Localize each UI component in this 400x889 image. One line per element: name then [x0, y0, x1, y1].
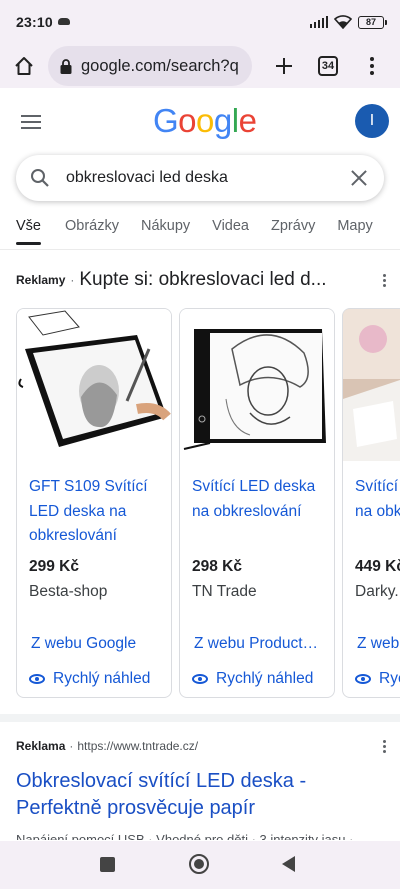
product-card[interactable]: GFT S109 Svítící LED deska na obkreslová… — [16, 308, 172, 698]
eye-icon — [29, 674, 45, 684]
product-name[interactable]: Svítící LED deska na obk… — [355, 475, 400, 524]
menu-icon[interactable] — [21, 115, 41, 133]
product-price: 299 Kč — [29, 558, 79, 575]
product-image[interactable] — [17, 309, 171, 461]
ad-meta: Reklama · https://www.tntrade.cz/ — [16, 736, 386, 756]
google-logo[interactable]: Google — [153, 102, 257, 140]
eye-icon — [192, 674, 208, 684]
signal-icon — [309, 16, 328, 28]
product-price: 298 Kč — [192, 558, 242, 575]
product-carousel[interactable]: GFT S109 Svítící LED deska na obkreslová… — [16, 308, 400, 698]
back-icon[interactable] — [282, 856, 295, 872]
product-source[interactable]: Z web… — [357, 635, 400, 653]
tab-news[interactable]: Zprávy — [271, 210, 315, 249]
quick-preview-label: Rychlý náhled — [53, 670, 151, 687]
ad-headline[interactable]: Obkreslovací svítící LED deska - Perfekt… — [16, 768, 386, 822]
more-options-icon[interactable] — [383, 273, 386, 287]
more-options-icon[interactable] — [383, 739, 386, 753]
recents-icon[interactable] — [100, 857, 115, 872]
quick-preview-button[interactable]: Rychlý náhled — [192, 670, 313, 688]
cloud-icon — [57, 17, 70, 25]
product-shop: TN Trade — [192, 583, 257, 600]
tab-all[interactable]: Vše — [16, 210, 41, 249]
product-source[interactable]: Z webu Google — [31, 635, 161, 653]
lock-icon — [60, 58, 72, 74]
battery-icon: 87 — [358, 15, 387, 29]
logo-letter: o — [178, 102, 197, 139]
home-icon — [15, 57, 33, 75]
quick-preview-button[interactable]: Rych… — [355, 670, 400, 688]
section-divider — [0, 714, 400, 722]
logo-letter: l — [231, 102, 239, 139]
product-source[interactable]: Z webu Product… — [194, 635, 324, 653]
ads-label: Reklamy — [16, 273, 66, 287]
wifi-icon — [334, 15, 352, 29]
ad-label: Reklama — [16, 739, 66, 753]
tab-maps[interactable]: Mapy — [337, 210, 372, 249]
eye-icon — [355, 674, 371, 684]
ad-separator: · — [69, 739, 74, 753]
shopping-ads-header: Reklamy · Kupte si: obkreslovaci led d..… — [16, 266, 386, 294]
ads-title: Kupte si: obkreslovaci led d... — [79, 269, 327, 290]
status-bar: 23:10 87 — [0, 0, 400, 44]
tab-count: 34 — [318, 56, 338, 76]
browser-menu-button[interactable] — [350, 44, 394, 88]
ad-description: Napájení pomocí USB · Vhodné pro děti · … — [16, 832, 354, 840]
tab-images[interactable]: Obrázky — [65, 210, 119, 249]
product-shop: Darky. — [355, 583, 399, 600]
google-header: Google I — [0, 98, 400, 150]
search-icon — [31, 169, 49, 187]
product-card[interactable]: Svítící LED deska na obk… 449 Kč Darky. … — [342, 308, 400, 698]
tab-videos[interactable]: Videa — [212, 210, 249, 249]
logo-letter: g — [213, 102, 232, 139]
tab-shopping[interactable]: Nákupy — [141, 210, 190, 249]
search-box[interactable]: obkreslovaci led deska — [16, 155, 384, 201]
logo-letter: G — [153, 102, 179, 139]
more-vert-icon — [370, 57, 374, 75]
tab-switcher-button[interactable]: 34 — [306, 44, 350, 88]
home-nav-icon[interactable] — [189, 854, 209, 874]
home-button[interactable] — [0, 44, 48, 88]
logo-letter: e — [238, 102, 257, 139]
system-nav-bar — [0, 841, 400, 889]
text-ad: Reklama · https://www.tntrade.cz/ Obkres… — [16, 736, 386, 840]
search-tabs: Vše Obrázky Nákupy Videa Zprávy Mapy — [0, 210, 400, 250]
product-image[interactable] — [343, 309, 400, 461]
avatar[interactable]: I — [355, 104, 389, 138]
new-tab-button[interactable] — [262, 44, 306, 88]
search-input[interactable]: obkreslovaci led deska — [66, 169, 348, 187]
clear-icon[interactable] — [348, 167, 370, 189]
quick-preview-label: Rych… — [379, 670, 400, 687]
browser-toolbar: google.com/search?q 34 — [0, 44, 400, 88]
status-time: 23:10 — [16, 14, 53, 30]
ads-separator: · — [70, 273, 75, 287]
logo-letter: o — [196, 102, 214, 139]
ad-url[interactable]: https://www.tntrade.cz/ — [77, 739, 198, 753]
product-shop: Besta-shop — [29, 583, 108, 600]
quick-preview-button[interactable]: Rychlý náhled — [29, 670, 150, 688]
plus-icon — [276, 58, 292, 74]
product-name[interactable]: GFT S109 Svítící LED deska na obkreslová… — [29, 475, 167, 549]
product-image[interactable] — [180, 309, 334, 461]
product-card[interactable]: Svítící LED deska na obkreslování 298 Kč… — [179, 308, 335, 698]
product-price: 449 Kč — [355, 558, 400, 575]
quick-preview-label: Rychlý náhled — [216, 670, 314, 687]
url-text: google.com/search?q — [81, 56, 239, 75]
url-bar[interactable]: google.com/search?q — [48, 46, 252, 86]
product-name[interactable]: Svítící LED deska na obkreslování — [192, 475, 330, 524]
